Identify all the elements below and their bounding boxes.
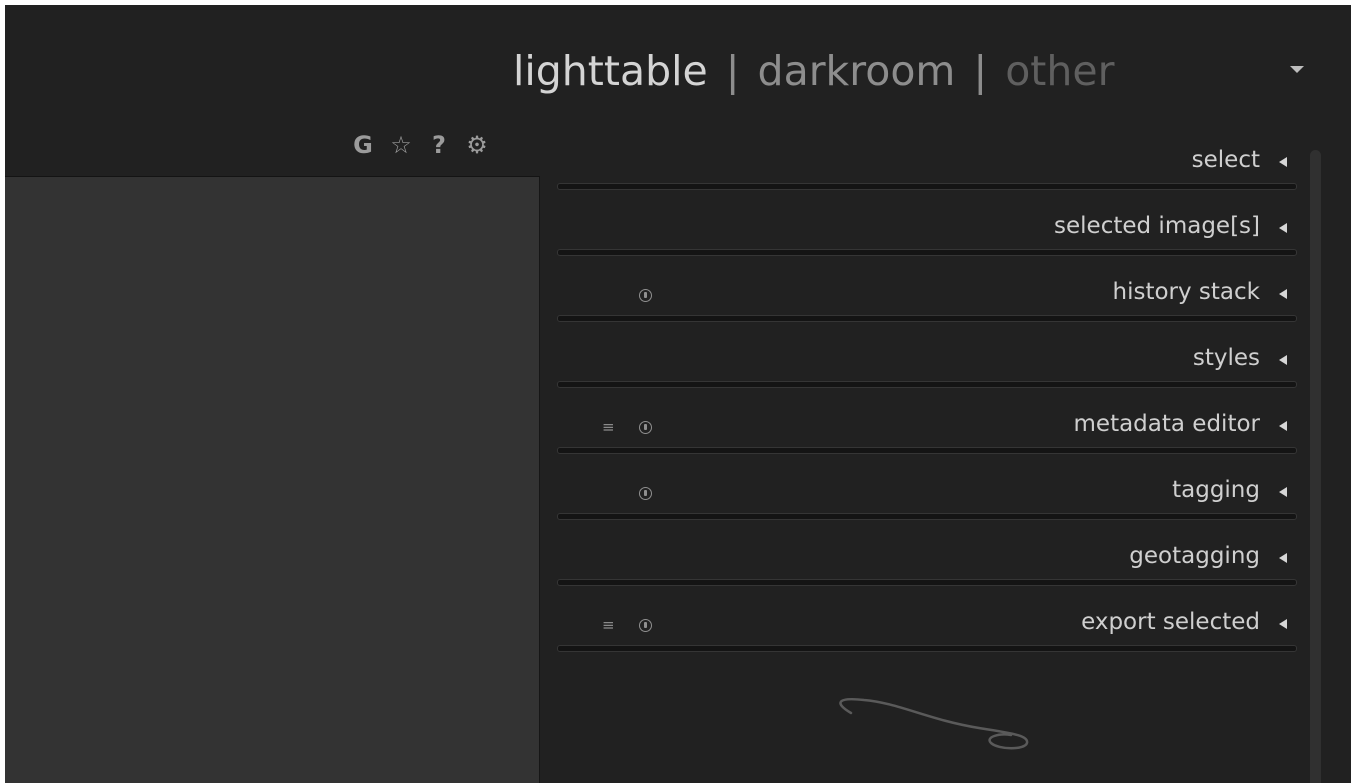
collapse-arrow-icon[interactable] xyxy=(1279,619,1287,629)
collapse-arrow-icon[interactable] xyxy=(1279,553,1287,563)
app-window: lighttable | darkroom | other G ☆ ? ⚙ se… xyxy=(5,5,1351,783)
help-icon[interactable]: ? xyxy=(426,131,452,159)
module-divider xyxy=(557,645,1297,652)
module-geotagging[interactable]: geotagging xyxy=(557,533,1297,599)
view-tab-other[interactable]: other xyxy=(1005,43,1114,99)
view-switcher: lighttable | darkroom | other xyxy=(513,43,1114,99)
gear-icon[interactable]: ⚙ xyxy=(464,131,490,159)
reset-icon[interactable] xyxy=(639,487,652,500)
caret-down-icon[interactable] xyxy=(1288,62,1308,78)
module-label: selected image[s] xyxy=(1054,213,1260,239)
presets-icon[interactable]: ≡ xyxy=(602,618,615,633)
presets-icon[interactable]: ≡ xyxy=(602,420,615,435)
module-select[interactable]: select xyxy=(557,137,1297,203)
left-toolbar: G ☆ ? ⚙ xyxy=(350,129,490,161)
module-tagging[interactable]: tagging xyxy=(557,467,1297,533)
view-separator: | xyxy=(973,47,988,95)
right-panel-scrollbar[interactable] xyxy=(1310,150,1321,783)
star-icon[interactable]: ☆ xyxy=(388,131,414,159)
module-divider xyxy=(557,249,1297,256)
module-styles[interactable]: styles xyxy=(557,335,1297,401)
module-divider xyxy=(557,447,1297,454)
module-label: export selected xyxy=(1081,609,1260,635)
right-panel: select selected image[s] history stack s… xyxy=(557,137,1297,783)
module-selected-images[interactable]: selected image[s] xyxy=(557,203,1297,269)
grouping-icon[interactable]: G xyxy=(350,131,376,159)
module-divider xyxy=(557,315,1297,322)
view-tab-lighttable[interactable]: lighttable xyxy=(513,43,708,99)
reset-icon[interactable] xyxy=(639,421,652,434)
module-divider xyxy=(557,381,1297,388)
reset-icon[interactable] xyxy=(639,619,652,632)
module-label: select xyxy=(1191,147,1260,173)
module-divider xyxy=(557,579,1297,586)
module-label: history stack xyxy=(1112,279,1260,305)
module-divider xyxy=(557,183,1297,190)
module-metadata-editor[interactable]: ≡ metadata editor xyxy=(557,401,1297,467)
left-panel xyxy=(5,176,540,783)
module-label: styles xyxy=(1192,345,1260,371)
view-tab-darkroom[interactable]: darkroom xyxy=(758,43,956,99)
collapse-arrow-icon[interactable] xyxy=(1279,487,1287,497)
collapse-arrow-icon[interactable] xyxy=(1279,355,1287,365)
module-history-stack[interactable]: history stack xyxy=(557,269,1297,335)
module-export-selected[interactable]: ≡ export selected xyxy=(557,599,1297,665)
collapse-arrow-icon[interactable] xyxy=(1279,289,1287,299)
collapse-arrow-icon[interactable] xyxy=(1279,157,1287,167)
module-label: geotagging xyxy=(1129,543,1260,569)
module-divider xyxy=(557,513,1297,520)
collapse-arrow-icon[interactable] xyxy=(1279,421,1287,431)
module-label: tagging xyxy=(1172,477,1260,503)
reset-icon[interactable] xyxy=(639,289,652,302)
view-separator: | xyxy=(725,47,740,95)
flourish-ornament xyxy=(839,698,1029,750)
collapse-arrow-icon[interactable] xyxy=(1279,223,1287,233)
module-label: metadata editor xyxy=(1073,411,1260,437)
